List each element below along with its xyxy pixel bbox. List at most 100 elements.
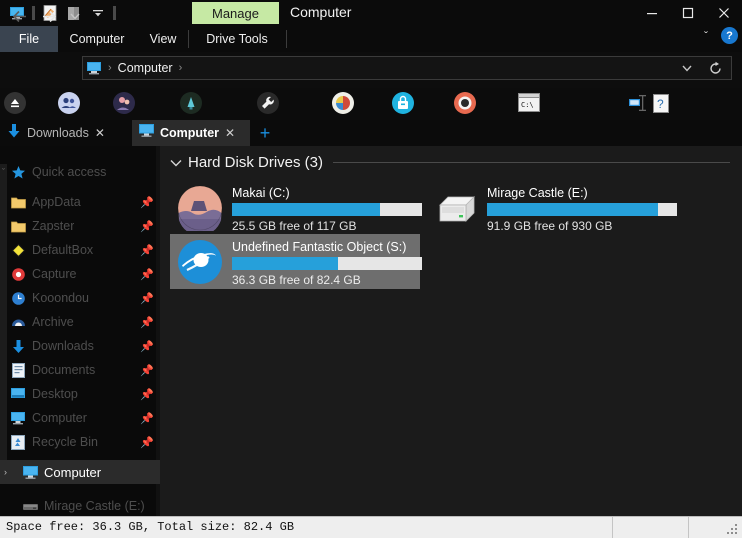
sidebar-item-label: Mirage Castle (E:) [44, 499, 145, 513]
tab-file[interactable]: File [0, 26, 58, 52]
sidebar-item-desktop[interactable]: Desktop 📌 [8, 382, 158, 406]
drive-name: Makai (C:) [232, 186, 290, 200]
avatar-app-icon[interactable] [113, 92, 137, 116]
drive-usage-fill [487, 203, 658, 216]
resize-grip[interactable] [727, 524, 739, 536]
sidebar-item-recycle-bin[interactable]: Recycle Bin 📌 [8, 430, 158, 454]
sidebar-scroll-thumb[interactable] [0, 164, 7, 464]
users-app-icon[interactable] [58, 92, 82, 116]
breadcrumb-item-computer[interactable]: Computer [115, 57, 176, 79]
collapse-ribbon-icon[interactable]: ˇ [697, 29, 715, 43]
sidebar-item-label: Desktop [32, 387, 78, 401]
contextual-tab-manage[interactable]: Manage [192, 2, 279, 24]
sidebar-item-computer-selected[interactable]: › Computer [0, 460, 160, 484]
tab-label: Downloads [27, 126, 89, 140]
tab-computer[interactable]: Computer [58, 26, 136, 52]
drive-usage-bar [487, 203, 677, 216]
layout-icon[interactable] [628, 94, 648, 114]
pin-icon[interactable]: 📌 [140, 244, 154, 257]
sidebar-item-defaultbox[interactable]: DefaultBox 📌 [8, 238, 158, 262]
status-divider-2 [688, 517, 689, 538]
group-header-hard-disk-drives[interactable]: Hard Disk Drives (3) [170, 154, 730, 171]
tab-drive-tools[interactable]: Drive Tools [190, 26, 284, 52]
group-title: Hard Disk Drives (3) [188, 154, 324, 171]
sidebar-item-archive[interactable]: Archive 📌 [8, 310, 158, 334]
customize-chevron-icon[interactable] [87, 3, 109, 23]
drive-free-space: 36.3 GB free of 82.4 GB [232, 273, 361, 287]
file-tab-downloads[interactable]: Downloads ✕ [0, 120, 128, 146]
help-button[interactable]: ? [721, 27, 738, 44]
diamond-icon [8, 240, 28, 260]
pin-icon[interactable]: 📌 [140, 220, 154, 233]
chevron-right-icon[interactable]: › [4, 467, 7, 477]
pin-icon[interactable]: 📌 [140, 340, 154, 353]
close-button[interactable] [706, 0, 742, 26]
breadcrumb-bar[interactable]: › Computer › [82, 56, 732, 80]
pin-icon[interactable]: 📌 [140, 268, 154, 281]
sidebar-item-label: Computer [44, 464, 102, 480]
ribbon-right-controls: ˇ ? [697, 27, 738, 44]
sidebar-item-quick-access[interactable]: ˇ Quick access [2, 160, 158, 184]
folder-icon [8, 216, 28, 236]
content-pane: Hard Disk Drives (3) Makai (C:) 25.5 GB … [160, 146, 742, 516]
chevron-down-icon[interactable]: ˇ [2, 167, 5, 177]
ribbon-divider-left [188, 30, 189, 48]
record-icon [8, 264, 28, 284]
refresh-icon[interactable] [701, 57, 729, 79]
pin-icon[interactable]: 📌 [140, 364, 154, 377]
pin-icon[interactable]: 📌 [140, 316, 154, 329]
window-controls [634, 0, 742, 26]
folder-icon [8, 192, 28, 212]
drive-item-undefined-fantastic-object-s[interactable]: Undefined Fantastic Object (S:) 36.3 GB … [170, 234, 422, 289]
tab-view[interactable]: View [136, 26, 190, 52]
drive-item-makai-c[interactable]: Makai (C:) 25.5 GB free of 117 GB [170, 180, 422, 235]
pin-icon[interactable]: 📌 [140, 196, 154, 209]
sidebar-item-label: Computer [32, 411, 87, 425]
bag-app-icon[interactable] [392, 92, 416, 116]
address-dropdown-icon[interactable] [673, 57, 701, 79]
sidebar-item-downloads[interactable]: Downloads 📌 [8, 334, 158, 358]
pin-icon[interactable]: 📌 [140, 388, 154, 401]
computer-icon [138, 123, 155, 143]
computer-icon [20, 462, 40, 482]
help-document-icon[interactable]: ? [653, 94, 671, 114]
back-button[interactable] [6, 4, 32, 28]
sidebar-item-kooondou[interactable]: Kooondou 📌 [8, 286, 158, 310]
forward-button[interactable] [36, 4, 62, 28]
palette-app-icon[interactable] [332, 92, 356, 116]
pin-icon[interactable]: 📌 [140, 412, 154, 425]
breadcrumb-separator-1[interactable]: › [176, 62, 186, 74]
sidebar-item-mirage-castle[interactable]: Mirage Castle (E:) [8, 494, 158, 516]
drive-usage-bar [232, 203, 422, 216]
minimize-button[interactable] [634, 0, 670, 26]
drive-item-mirage-castle-e[interactable]: Mirage Castle (E:) 91.9 GB free of 930 G… [425, 180, 677, 235]
eject-app-icon[interactable] [4, 92, 28, 116]
wrench-app-icon[interactable] [257, 92, 281, 116]
flask-app-icon[interactable] [180, 92, 204, 116]
new-tab-button[interactable]: + [255, 120, 275, 146]
breadcrumb-root-icon[interactable] [83, 57, 105, 79]
pin-icon[interactable]: 📌 [140, 436, 154, 449]
maximize-button[interactable] [670, 0, 706, 26]
sidebar-item-appdata[interactable]: AppData 📌 [8, 190, 158, 214]
breadcrumb-separator-0: › [108, 62, 112, 74]
sidebar-item-computer[interactable]: Computer 📌 [8, 406, 158, 430]
status-bar: Space free: 36.3 GB, Total size: 82.4 GB [0, 516, 742, 538]
tab-close-icon[interactable]: ✕ [94, 126, 106, 140]
svg-text:C:\: C:\ [521, 101, 534, 109]
record-app-icon[interactable] [454, 92, 478, 116]
file-tab-computer[interactable]: Computer ✕ [132, 120, 250, 146]
sidebar-item-label: DefaultBox [32, 243, 94, 257]
recent-locations-button[interactable] [62, 4, 88, 28]
clock-icon [8, 288, 28, 308]
window-title: Computer [290, 4, 352, 20]
sidebar-item-zapster[interactable]: Zapster 📌 [8, 214, 158, 238]
sidebar-item-documents[interactable]: Documents 📌 [8, 358, 158, 382]
chevron-down-icon[interactable] [170, 156, 182, 170]
sidebar-item-capture[interactable]: Capture 📌 [8, 262, 158, 286]
ribbon-divider-right [286, 30, 287, 48]
pin-icon[interactable]: 📌 [140, 292, 154, 305]
tab-close-icon[interactable]: ✕ [224, 126, 236, 140]
console-icon[interactable]: C:\ [518, 93, 540, 113]
qat-divider-2 [113, 6, 116, 20]
